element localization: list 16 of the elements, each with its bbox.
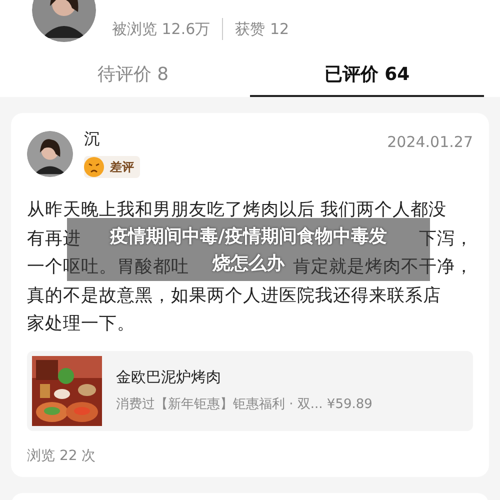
purchase-detail: 消费过【新年钜惠】钜惠福利 · 双... ¥59.89	[116, 396, 372, 413]
author-name: 沉	[84, 129, 101, 150]
rating-badge: 差评	[84, 156, 140, 178]
shop-card[interactable]: 金欧巴泥炉烤肉 消费过【新年钜惠】钜惠福利 · 双... ¥59.89	[27, 350, 473, 430]
view-count: 浏览 22 次	[27, 446, 97, 464]
tab[interactable]: 待评价 8	[16, 52, 250, 97]
review-date: 2024.01.27	[387, 133, 473, 151]
review-text: 真的不是故意黑，如果两个人进医院我还得来联系店	[27, 284, 441, 308]
tab[interactable]: 已评价 64	[250, 52, 484, 97]
review-text: 从昨天晚上我和男朋友吃了烤肉以后 我们两个人都没	[27, 199, 447, 222]
angry-face-icon	[84, 157, 104, 177]
stat-text: 被浏览 12.6万	[112, 20, 210, 38]
review-text: 家处理一下。	[27, 313, 135, 336]
shop-name: 金欧巴泥炉烤肉	[116, 368, 222, 387]
avatar	[27, 131, 73, 177]
stat-text: 获赞 12	[235, 20, 290, 38]
